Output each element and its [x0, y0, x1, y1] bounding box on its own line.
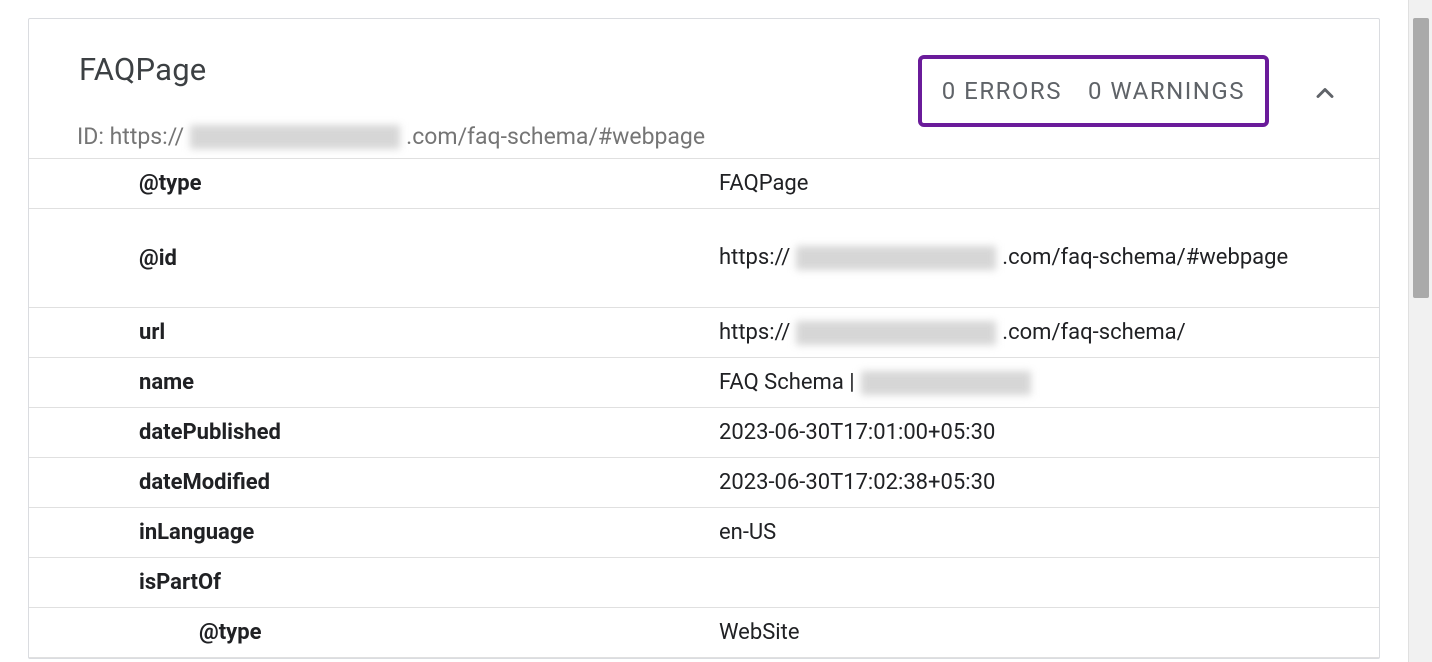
prop-key-ispartof: isPartOf	[29, 570, 719, 595]
table-row: @type FAQPage	[29, 159, 1379, 209]
prop-val-inlanguage: en-US	[719, 515, 1379, 550]
scrollbar-thumb[interactable]	[1413, 18, 1429, 298]
redacted-domain	[796, 321, 996, 345]
prop-val-id: https:// .com/faq-schema/#webpage	[719, 240, 1379, 275]
table-row: url https:// .com/faq-schema/	[29, 308, 1379, 358]
prop-val-type: FAQPage	[719, 166, 1379, 201]
vertical-scrollbar[interactable]	[1408, 0, 1432, 662]
prop-key-datemodified: dateModified	[29, 470, 719, 495]
prop-key-id: @id	[29, 246, 719, 271]
errors-count: 0 ERRORS	[942, 77, 1062, 105]
schema-card: FAQPage ID: https:// .com/faq-schema/#we…	[28, 18, 1380, 659]
redacted-domain	[190, 125, 400, 149]
table-row: dateModified 2023-06-30T17:02:38+05:30	[29, 458, 1379, 508]
table-row: @id https:// .com/faq-schema/#webpage	[29, 209, 1379, 308]
prop-key-type: @type	[29, 171, 719, 196]
table-row: datePublished 2023-06-30T17:01:00+05:30	[29, 408, 1379, 458]
page-surface: FAQPage ID: https:// .com/faq-schema/#we…	[0, 0, 1408, 662]
table-row: isPartOf	[29, 558, 1379, 608]
prop-key-datepublished: datePublished	[29, 420, 719, 445]
prop-val-datemodified: 2023-06-30T17:02:38+05:30	[719, 465, 1379, 500]
redacted-sitename	[861, 371, 1031, 395]
prop-val-nested-type: WebSite	[719, 615, 1379, 650]
property-rows: @type FAQPage @id https:// .com/faq-sche…	[29, 159, 1379, 658]
schema-type-title: FAQPage	[79, 51, 206, 88]
table-row: name FAQ Schema |	[29, 358, 1379, 408]
prop-key-name: name	[29, 370, 719, 395]
collapse-toggle[interactable]	[1311, 79, 1339, 107]
prop-key-inlanguage: inLanguage	[29, 520, 719, 545]
table-row: inLanguage en-US	[29, 508, 1379, 558]
prop-key-nested-type: @type	[29, 620, 719, 645]
schema-id-line: ID: https:// .com/faq-schema/#webpage	[77, 123, 705, 150]
redacted-domain	[796, 246, 996, 270]
warnings-count: 0 WARNINGS	[1088, 77, 1245, 105]
id-prefix: ID: https://	[77, 123, 184, 150]
table-row: @type WebSite	[29, 608, 1379, 658]
prop-val-name: FAQ Schema |	[719, 365, 1379, 400]
prop-val-url: https:// .com/faq-schema/	[719, 315, 1379, 350]
prop-val-datepublished: 2023-06-30T17:01:00+05:30	[719, 415, 1379, 450]
id-suffix: .com/faq-schema/#webpage	[406, 123, 705, 150]
chevron-up-icon	[1311, 79, 1339, 107]
card-header: FAQPage ID: https:// .com/faq-schema/#we…	[29, 19, 1379, 159]
validation-badge-box: 0 ERRORS 0 WARNINGS	[918, 55, 1269, 127]
prop-key-url: url	[29, 320, 719, 345]
